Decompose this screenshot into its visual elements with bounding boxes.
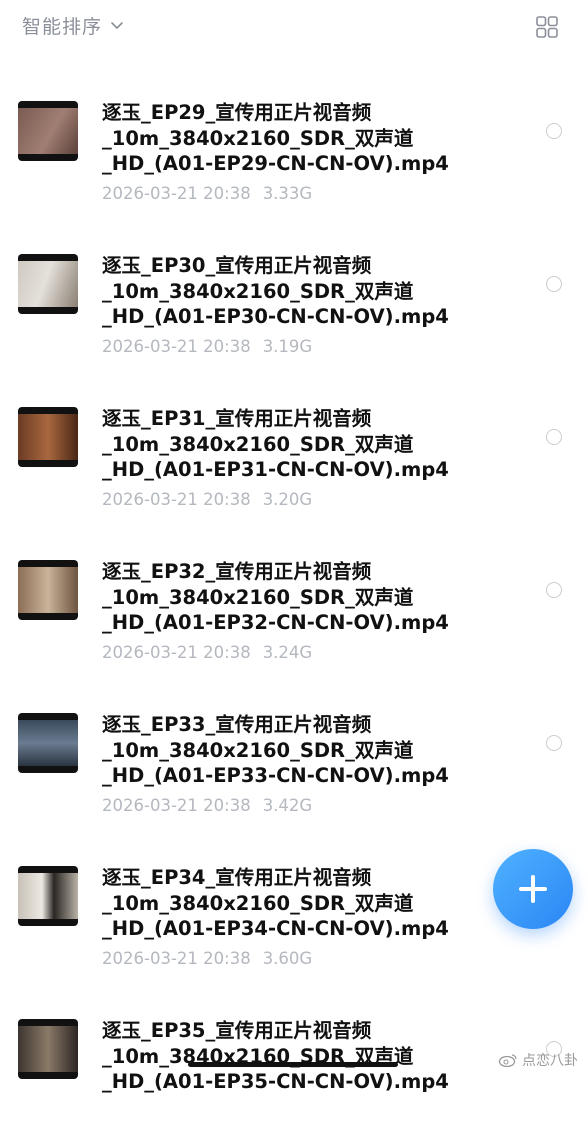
weibo-icon xyxy=(498,1054,517,1067)
sort-label: 智能排序 xyxy=(22,16,103,38)
file-meta: 2026-03-21 20:38 3.20G xyxy=(102,490,312,509)
file-name: 逐玉_EP30_宣传用正片视音频 _10m_3840x2160_SDR_双声道 … xyxy=(102,254,449,328)
file-date: 2026-03-21 20:38 xyxy=(102,949,251,968)
grid-view-icon[interactable] xyxy=(535,15,559,39)
file-size: 3.33G xyxy=(262,184,313,203)
file-row[interactable]: 逐玉_EP31_宣传用正片视音频 _10m_3840x2160_SDR_双声道 … xyxy=(0,380,588,533)
top-bar: 智能排序 xyxy=(0,0,588,54)
file-name: 逐玉_EP35_宣传用正片视音频 _10m_3840x2160_SDR_双声道 … xyxy=(102,1019,449,1093)
home-indicator[interactable] xyxy=(188,1062,398,1067)
file-date: 2026-03-21 20:38 xyxy=(102,796,251,815)
file-name: 逐玉_EP33_宣传用正片视音频 _10m_3840x2160_SDR_双声道 … xyxy=(102,713,449,787)
file-date: 2026-03-21 20:38 xyxy=(102,337,251,356)
video-thumbnail xyxy=(18,713,78,773)
file-date: 2026-03-21 20:38 xyxy=(102,490,251,509)
video-thumbnail xyxy=(18,866,78,926)
video-thumbnail xyxy=(18,254,78,314)
file-name: 逐玉_EP31_宣传用正片视音频 _10m_3840x2160_SDR_双声道 … xyxy=(102,407,449,481)
file-name: 逐玉_EP32_宣传用正片视音频 _10m_3840x2160_SDR_双声道 … xyxy=(102,560,449,634)
file-meta: 2026-03-21 20:38 3.42G xyxy=(102,796,312,815)
file-size: 3.24G xyxy=(262,643,313,662)
select-radio[interactable] xyxy=(546,276,562,292)
file-row[interactable]: 逐玉_EP33_宣传用正片视音频 _10m_3840x2160_SDR_双声道 … xyxy=(0,686,588,839)
file-size: 3.20G xyxy=(262,490,313,509)
file-meta: 2026-03-21 20:38 3.60G xyxy=(102,949,312,968)
watermark: 点恋八卦 xyxy=(498,1050,578,1070)
select-radio[interactable] xyxy=(546,429,562,445)
watermark-text: 点恋八卦 xyxy=(522,1053,578,1069)
file-size: 3.19G xyxy=(262,337,313,356)
video-thumbnail xyxy=(18,560,78,620)
file-date: 2026-03-21 20:38 xyxy=(102,643,251,662)
select-radio[interactable] xyxy=(546,123,562,139)
file-row[interactable]: 逐玉_EP29_宣传用正片视音频 _10m_3840x2160_SDR_双声道 … xyxy=(0,74,588,227)
file-row[interactable]: 逐玉_EP32_宣传用正片视音频 _10m_3840x2160_SDR_双声道 … xyxy=(0,533,588,686)
add-button[interactable] xyxy=(493,849,573,929)
chevron-down-icon xyxy=(111,21,123,29)
file-size: 3.42G xyxy=(262,796,313,815)
file-row[interactable]: 逐玉_EP34_宣传用正片视音频 _10m_3840x2160_SDR_双声道 … xyxy=(0,839,588,992)
file-meta: 2026-03-21 20:38 3.19G xyxy=(102,337,312,356)
file-date: 2026-03-21 20:38 xyxy=(102,184,251,203)
select-radio[interactable] xyxy=(546,735,562,751)
video-thumbnail xyxy=(18,1019,78,1079)
file-size: 3.60G xyxy=(262,949,313,968)
video-thumbnail xyxy=(18,101,78,161)
file-meta: 2026-03-21 20:38 3.24G xyxy=(102,643,312,662)
file-row[interactable]: 逐玉_EP30_宣传用正片视音频 _10m_3840x2160_SDR_双声道 … xyxy=(0,227,588,380)
file-meta: 2026-03-21 20:38 3.33G xyxy=(102,184,312,203)
select-radio[interactable] xyxy=(546,582,562,598)
file-name: 逐玉_EP34_宣传用正片视音频 _10m_3840x2160_SDR_双声道 … xyxy=(102,866,449,940)
video-thumbnail xyxy=(18,407,78,467)
sort-dropdown[interactable]: 智能排序 xyxy=(22,12,124,39)
file-name: 逐玉_EP29_宣传用正片视音频 _10m_3840x2160_SDR_双声道 … xyxy=(102,101,449,175)
